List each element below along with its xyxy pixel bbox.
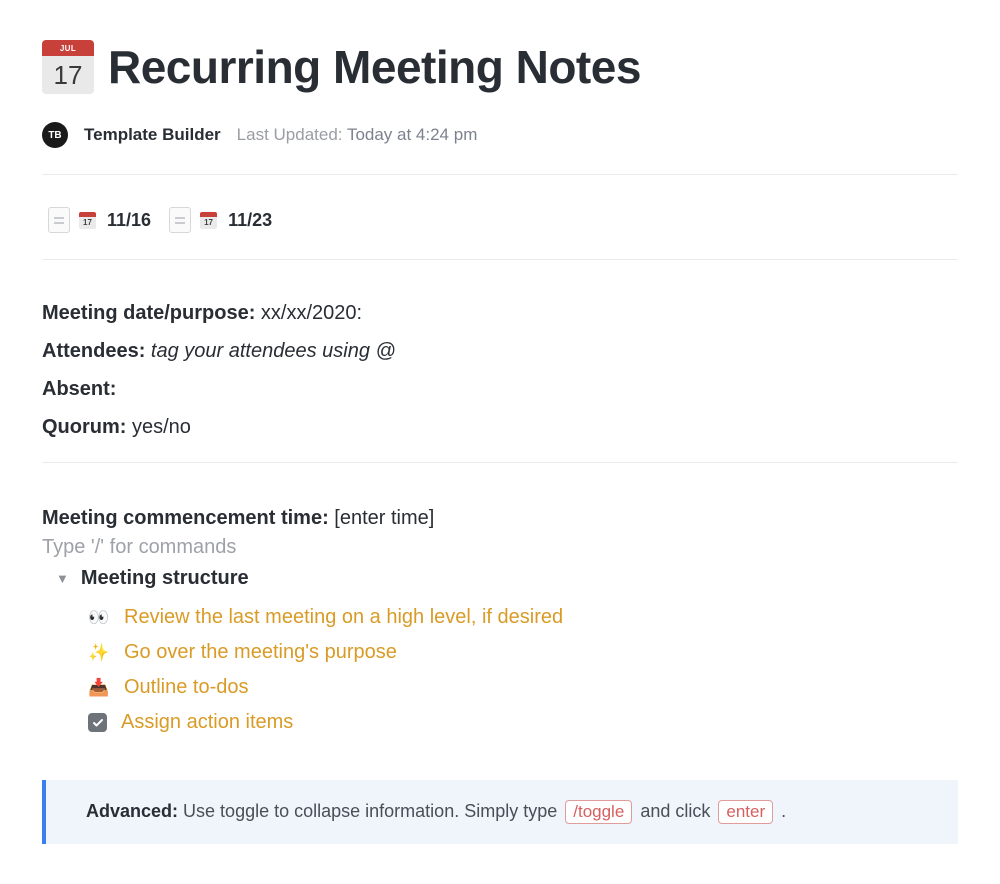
field-commence-time[interactable]: Meeting commencement time: [enter time] — [42, 507, 958, 530]
calendar-icon: JUL 17 — [42, 40, 94, 94]
kbd-toggle: /toggle — [565, 800, 632, 824]
structure-link[interactable]: Outline to-dos — [124, 676, 249, 699]
toggle-meeting-structure[interactable]: ▼ Meeting structure — [56, 567, 958, 590]
page-title[interactable]: Recurring Meeting Notes — [108, 40, 641, 94]
callout-text: and click — [640, 801, 710, 821]
structure-link[interactable]: Review the last meeting on a high level,… — [124, 606, 563, 629]
field-label: Meeting commencement time: — [42, 507, 329, 529]
meeting-structure-list: 👀 Review the last meeting on a high leve… — [88, 600, 958, 740]
field-value: [enter time] — [334, 507, 434, 529]
callout-text: Use toggle to collapse information. Simp… — [183, 801, 557, 821]
linked-doc-label: 11/16 — [107, 210, 151, 231]
linked-doc[interactable]: 17 11/23 — [169, 207, 272, 233]
calendar-day: 17 — [42, 56, 94, 94]
field-quorum[interactable]: Quorum: yes/no — [42, 408, 958, 446]
calendar-icon: 17 — [79, 212, 96, 229]
list-item[interactable]: ✨ Go over the meeting's purpose — [88, 635, 958, 670]
field-label: Absent: — [42, 378, 116, 400]
meeting-fields[interactable]: Meeting date/purpose: xx/xx/2020: Attend… — [42, 260, 958, 454]
document-icon — [48, 207, 70, 233]
kbd-enter: enter — [718, 800, 773, 824]
sparkles-icon: ✨ — [88, 643, 110, 663]
field-label: Attendees: — [42, 340, 145, 362]
page-title-row: JUL 17 Recurring Meeting Notes — [42, 40, 958, 94]
structure-link[interactable]: Go over the meeting's purpose — [124, 641, 397, 664]
list-item[interactable]: Assign action items — [88, 705, 958, 740]
field-label: Quorum: — [42, 416, 126, 438]
document-icon — [169, 207, 191, 233]
list-item[interactable]: 👀 Review the last meeting on a high leve… — [88, 600, 958, 635]
calendar-icon: 17 — [200, 212, 217, 229]
field-absent[interactable]: Absent: — [42, 370, 958, 408]
chevron-down-icon[interactable]: ▼ — [56, 571, 69, 586]
section-commencement: Meeting commencement time: [enter time] … — [42, 463, 958, 844]
meta-row: TB Template Builder Last Updated: Today … — [42, 122, 958, 148]
inbox-icon: 📥 — [88, 678, 110, 698]
updated-label: Last Updated: — [237, 125, 343, 144]
field-value: xx/xx/2020: — [261, 302, 362, 324]
author-avatar[interactable]: TB — [42, 122, 68, 148]
field-date[interactable]: Meeting date/purpose: xx/xx/2020: — [42, 294, 958, 332]
field-value: tag your attendees using @ — [151, 340, 396, 362]
structure-link[interactable]: Assign action items — [121, 711, 293, 734]
field-label: Meeting date/purpose: — [42, 302, 255, 324]
linked-doc-label: 11/23 — [228, 210, 272, 231]
author-name[interactable]: Template Builder — [84, 125, 221, 145]
toggle-label: Meeting structure — [81, 567, 249, 590]
slash-command-hint[interactable]: Type '/' for commands — [42, 536, 958, 559]
field-attendees[interactable]: Attendees: tag your attendees using @ — [42, 332, 958, 370]
list-item[interactable]: 📥 Outline to-dos — [88, 670, 958, 705]
linked-docs-row: 17 11/16 17 11/23 — [42, 175, 958, 259]
callout-advanced: Advanced: Use toggle to collapse informa… — [42, 780, 958, 844]
checkbox-icon — [88, 713, 107, 732]
eyes-icon: 👀 — [88, 608, 110, 628]
callout-strong: Advanced: — [86, 801, 178, 821]
linked-doc[interactable]: 17 11/16 — [48, 207, 151, 233]
calendar-month: JUL — [42, 40, 94, 56]
updated-value: Today at 4:24 pm — [347, 125, 477, 144]
callout-text: . — [781, 801, 786, 821]
field-value: yes/no — [132, 416, 191, 438]
